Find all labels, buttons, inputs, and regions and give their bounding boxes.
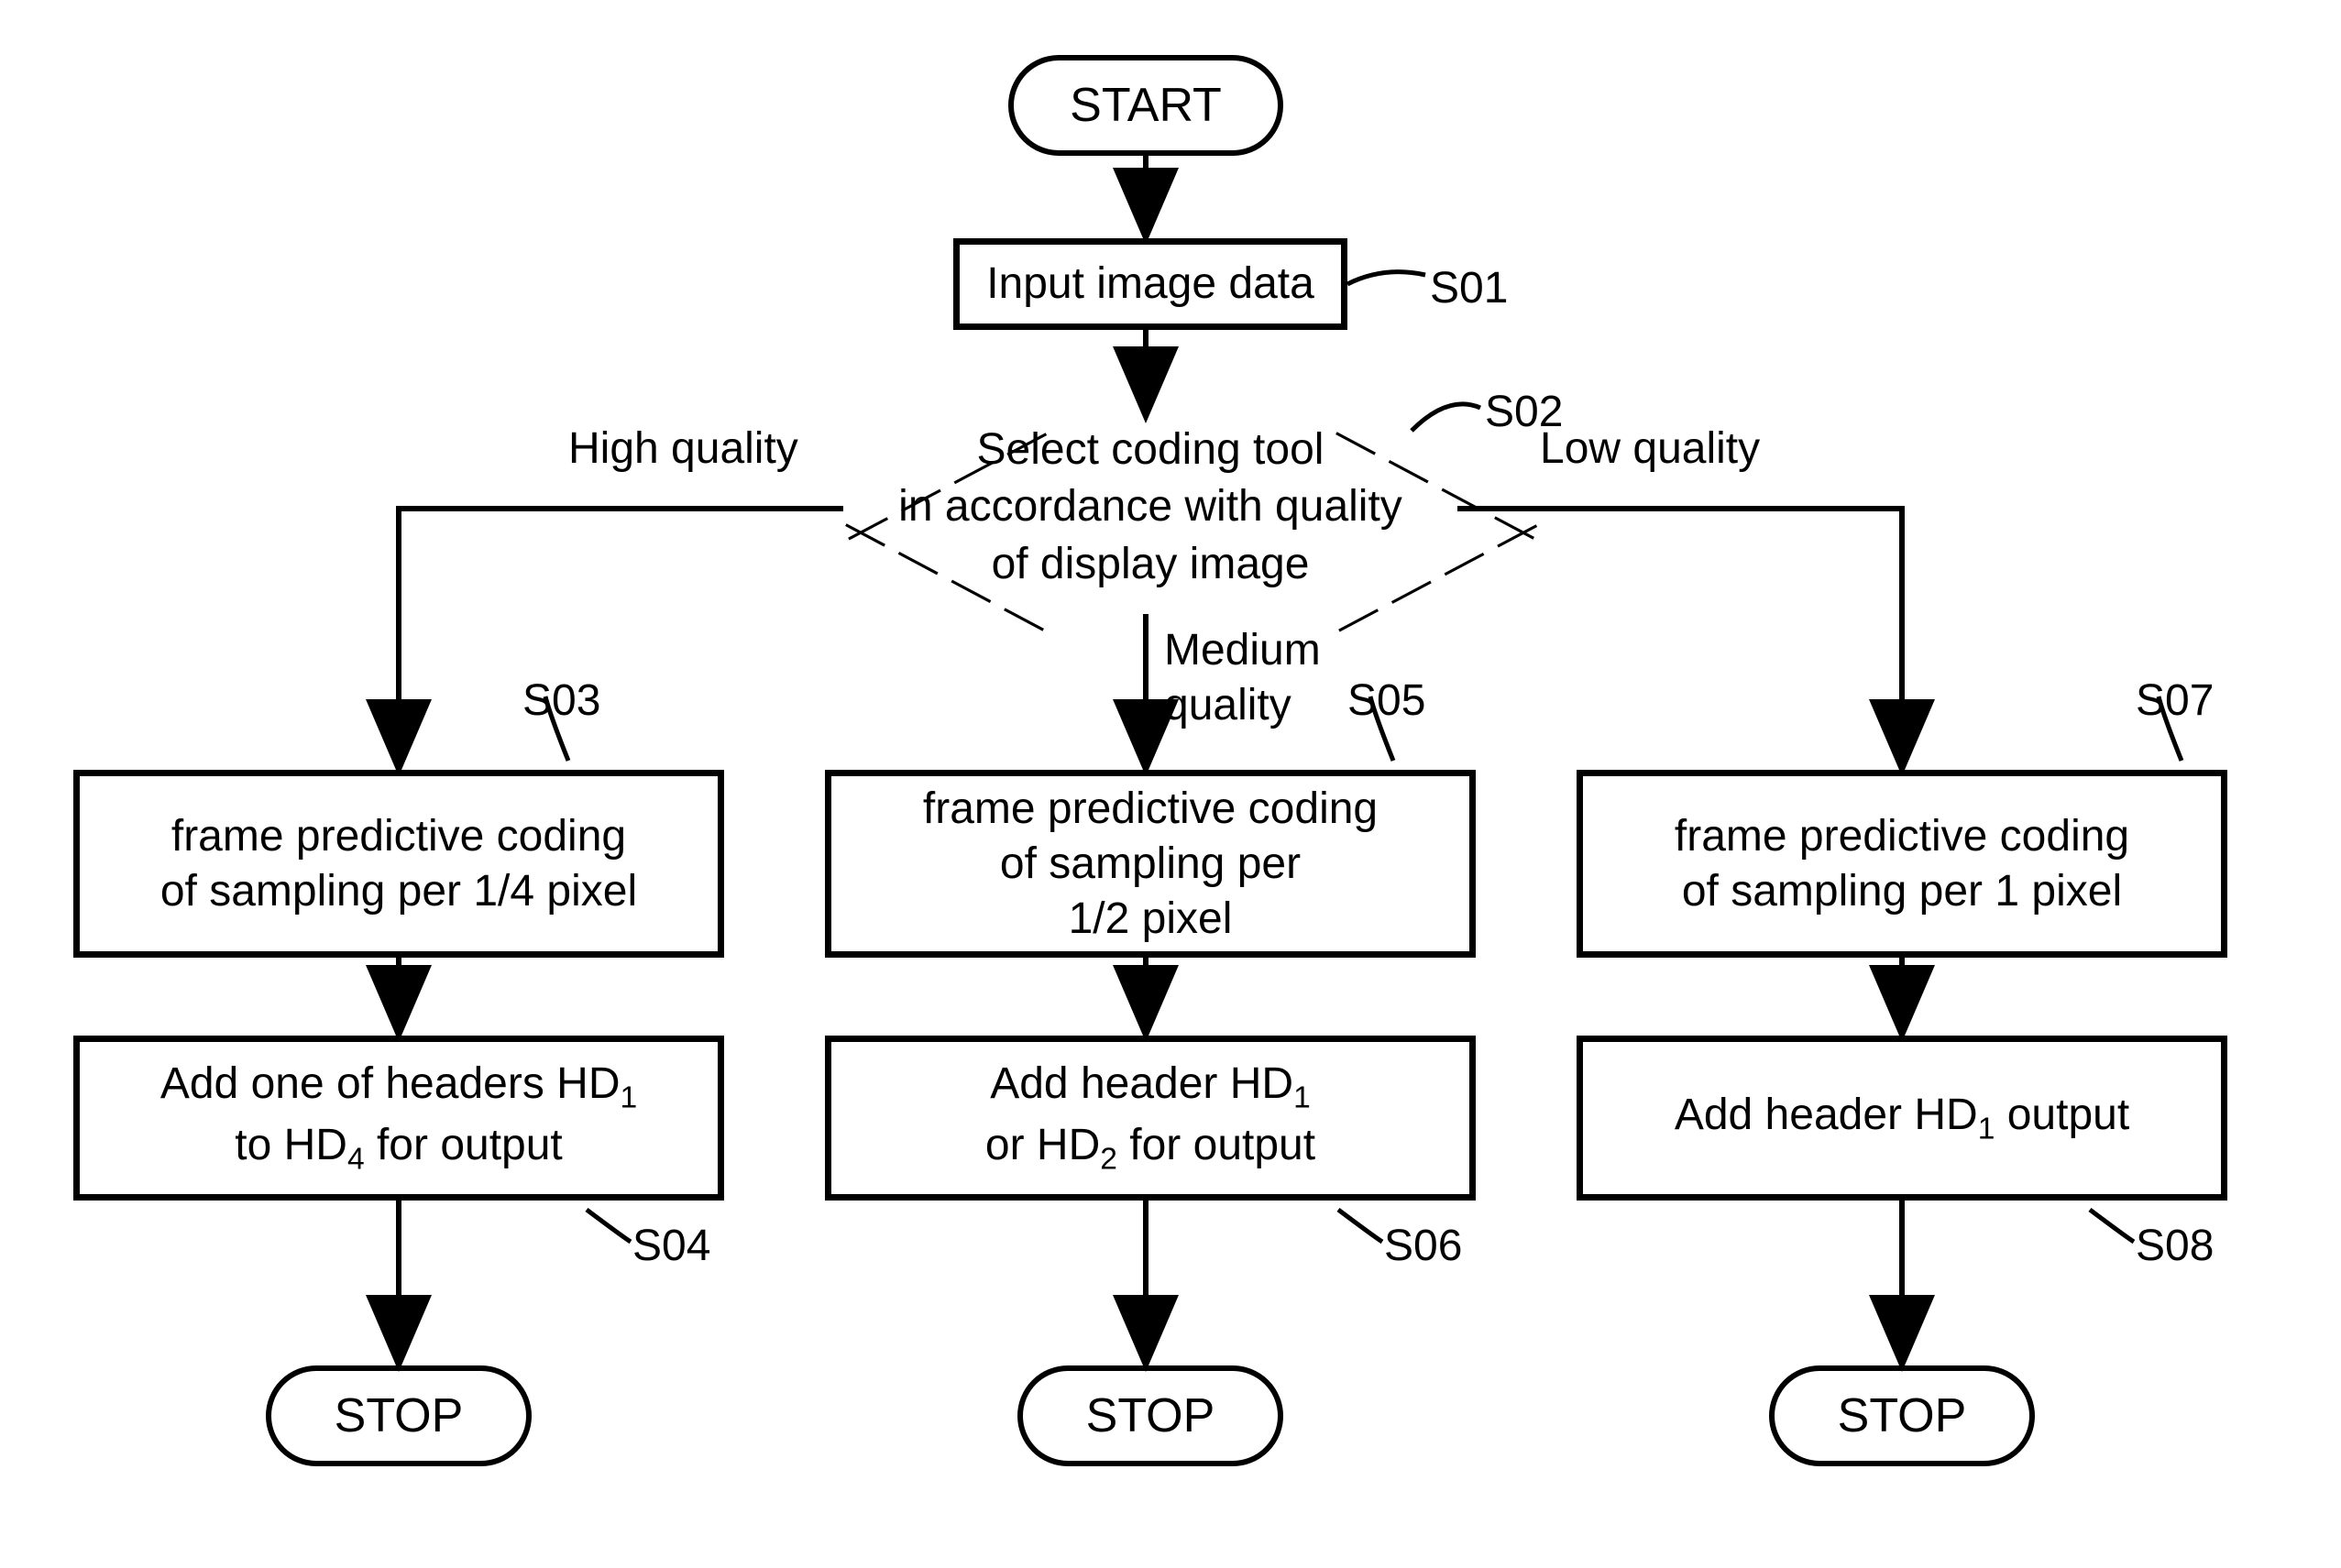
- process-s04-text: Add one of headers HD1 to HD4 for output: [160, 1057, 637, 1179]
- process-s01-text: Input image data: [986, 257, 1314, 312]
- branch-low: Low quality: [1540, 422, 1760, 477]
- process-s05: frame predictive coding of sampling per …: [825, 770, 1476, 958]
- terminator-start-label: START: [1070, 78, 1222, 133]
- process-s03-text: frame predictive coding of sampling per …: [160, 809, 637, 919]
- process-s08: Add header HD1 output: [1577, 1036, 2227, 1201]
- terminator-stop2-label: STOP: [1086, 1388, 1215, 1443]
- process-s06: Add header HD1 or HD2 for output: [825, 1036, 1476, 1201]
- label-s06: S06: [1384, 1219, 1462, 1274]
- terminator-stop3-label: STOP: [1838, 1388, 1967, 1443]
- process-s07: frame predictive coding of sampling per …: [1577, 770, 2227, 958]
- branch-medium: Medium quality: [1164, 623, 1321, 733]
- terminator-stop1-label: STOP: [335, 1388, 464, 1443]
- process-s06-text: Add header HD1 or HD2 for output: [985, 1057, 1315, 1179]
- terminator-start: START: [1008, 55, 1283, 156]
- terminator-stop-1: STOP: [266, 1365, 532, 1466]
- process-s05-text: frame predictive coding of sampling per …: [923, 782, 1378, 947]
- branch-high: High quality: [568, 422, 798, 477]
- label-s08: S08: [2136, 1219, 2214, 1274]
- process-s07-text: frame predictive coding of sampling per …: [1675, 809, 2129, 919]
- label-s05: S05: [1347, 674, 1425, 729]
- terminator-stop-2: STOP: [1017, 1365, 1283, 1466]
- process-s03: frame predictive coding of sampling per …: [73, 770, 724, 958]
- label-s03: S03: [522, 674, 600, 729]
- label-s04: S04: [632, 1219, 710, 1274]
- label-s07: S07: [2136, 674, 2214, 729]
- process-s04: Add one of headers HD1 to HD4 for output: [73, 1036, 724, 1201]
- terminator-stop-3: STOP: [1769, 1365, 2035, 1466]
- process-s08-text: Add header HD1 output: [1675, 1088, 2129, 1149]
- process-s01: Input image data: [953, 238, 1347, 330]
- label-s01: S01: [1430, 261, 1508, 316]
